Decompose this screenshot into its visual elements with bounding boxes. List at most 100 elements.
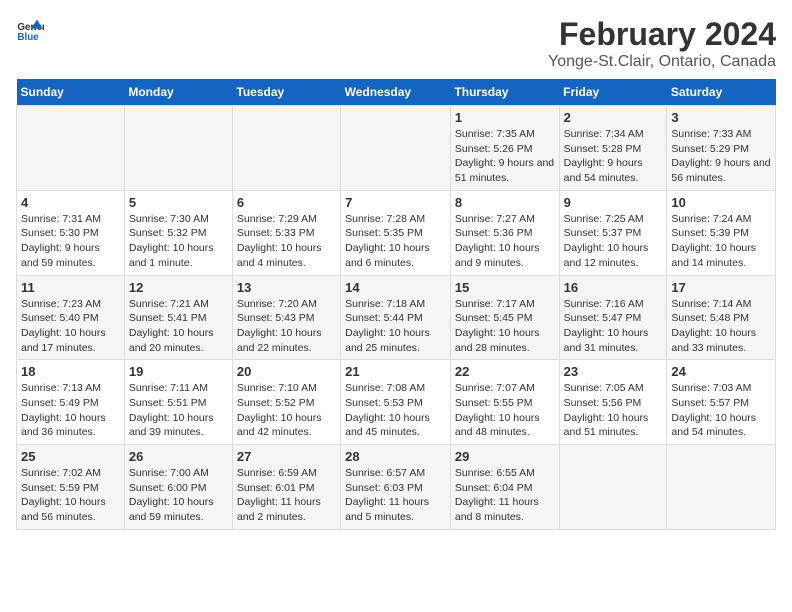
- calendar-cell: [341, 106, 451, 191]
- calendar-cell: 19 Sunrise: 7:11 AM Sunset: 5:51 PM Dayli…: [124, 360, 232, 445]
- calendar-cell: [667, 445, 776, 530]
- header-day-sunday: Sunday: [17, 79, 125, 106]
- calendar-cell: 28 Sunrise: 6:57 AM Sunset: 6:03 PM Dayli…: [341, 445, 451, 530]
- day-info: Sunrise: 7:07 AM Sunset: 5:55 PM Dayligh…: [455, 381, 555, 440]
- calendar-cell: [559, 445, 667, 530]
- day-info: Sunrise: 7:17 AM Sunset: 5:45 PM Dayligh…: [455, 297, 555, 356]
- title-block: February 2024 Yonge-St.Clair, Ontario, C…: [548, 16, 776, 71]
- day-info: Sunrise: 7:25 AM Sunset: 5:37 PM Dayligh…: [564, 212, 663, 271]
- calendar-cell: 20 Sunrise: 7:10 AM Sunset: 5:52 PM Dayli…: [232, 360, 340, 445]
- day-number: 29: [455, 449, 555, 464]
- calendar-cell: [232, 106, 340, 191]
- day-info: Sunrise: 6:55 AM Sunset: 6:04 PM Dayligh…: [455, 466, 555, 525]
- day-info: Sunrise: 6:59 AM Sunset: 6:01 PM Dayligh…: [237, 466, 336, 525]
- header-day-saturday: Saturday: [667, 79, 776, 106]
- calendar-week-row: 18 Sunrise: 7:13 AM Sunset: 5:49 PM Dayli…: [17, 360, 776, 445]
- calendar-cell: 7Sunrise: 7:28 AM Sunset: 5:35 PM Daylig…: [341, 190, 451, 275]
- day-info: Sunrise: 7:24 AM Sunset: 5:39 PM Dayligh…: [671, 212, 771, 271]
- day-number: 2: [564, 110, 663, 125]
- day-number: 19: [129, 364, 228, 379]
- calendar-cell: 24 Sunrise: 7:03 AM Sunset: 5:57 PM Dayli…: [667, 360, 776, 445]
- day-number: 13: [237, 280, 336, 295]
- day-number: 14: [345, 280, 446, 295]
- calendar-cell: 15Sunrise: 7:17 AM Sunset: 5:45 PM Dayli…: [450, 275, 559, 360]
- day-info: Sunrise: 6:57 AM Sunset: 6:03 PM Dayligh…: [345, 466, 446, 525]
- day-number: 22: [455, 364, 555, 379]
- day-number: 3: [671, 110, 771, 125]
- day-number: 25: [21, 449, 120, 464]
- calendar-cell: 25 Sunrise: 7:02 AM Sunset: 5:59 PM Dayli…: [17, 445, 125, 530]
- day-info: Sunrise: 7:33 AM Sunset: 5:29 PM Dayligh…: [671, 127, 771, 186]
- day-info: Sunrise: 7:30 AM Sunset: 5:32 PM Dayligh…: [129, 212, 228, 271]
- day-number: 8: [455, 195, 555, 210]
- day-info: Sunrise: 7:16 AM Sunset: 5:47 PM Dayligh…: [564, 297, 663, 356]
- calendar-cell: 4 Sunrise: 7:31 AM Sunset: 5:30 PM Daylig…: [17, 190, 125, 275]
- calendar-cell: 12Sunrise: 7:21 AM Sunset: 5:41 PM Dayli…: [124, 275, 232, 360]
- calendar-week-row: 11 Sunrise: 7:23 AM Sunset: 5:40 PM Dayli…: [17, 275, 776, 360]
- day-info: Sunrise: 7:35 AM Sunset: 5:26 PM Dayligh…: [455, 127, 555, 186]
- day-info: Sunrise: 7:21 AM Sunset: 5:41 PM Dayligh…: [129, 297, 228, 356]
- day-info: Sunrise: 7:31 AM Sunset: 5:30 PM Dayligh…: [21, 212, 120, 271]
- day-number: 17: [671, 280, 771, 295]
- day-info: Sunrise: 7:20 AM Sunset: 5:43 PM Dayligh…: [237, 297, 336, 356]
- day-info: Sunrise: 7:34 AM Sunset: 5:28 PM Dayligh…: [564, 127, 663, 186]
- calendar-cell: 29 Sunrise: 6:55 AM Sunset: 6:04 PM Dayli…: [450, 445, 559, 530]
- calendar-cell: 18 Sunrise: 7:13 AM Sunset: 5:49 PM Dayli…: [17, 360, 125, 445]
- day-number: 26: [129, 449, 228, 464]
- day-info: Sunrise: 7:28 AM Sunset: 5:35 PM Dayligh…: [345, 212, 446, 271]
- day-info: Sunrise: 7:05 AM Sunset: 5:56 PM Dayligh…: [564, 381, 663, 440]
- day-info: Sunrise: 7:13 AM Sunset: 5:49 PM Dayligh…: [21, 381, 120, 440]
- page-title: February 2024: [548, 16, 776, 53]
- day-info: Sunrise: 7:29 AM Sunset: 5:33 PM Dayligh…: [237, 212, 336, 271]
- day-number: 23: [564, 364, 663, 379]
- day-number: 16: [564, 280, 663, 295]
- svg-text:Blue: Blue: [17, 32, 39, 43]
- calendar-cell: 3 Sunrise: 7:33 AM Sunset: 5:29 PM Daylig…: [667, 106, 776, 191]
- calendar-cell: 8Sunrise: 7:27 AM Sunset: 5:36 PM Daylig…: [450, 190, 559, 275]
- calendar-cell: 23 Sunrise: 7:05 AM Sunset: 5:56 PM Dayli…: [559, 360, 667, 445]
- day-number: 11: [21, 280, 120, 295]
- calendar-week-row: 4 Sunrise: 7:31 AM Sunset: 5:30 PM Daylig…: [17, 190, 776, 275]
- day-info: Sunrise: 7:10 AM Sunset: 5:52 PM Dayligh…: [237, 381, 336, 440]
- calendar-cell: 6 Sunrise: 7:29 AM Sunset: 5:33 PM Daylig…: [232, 190, 340, 275]
- day-number: 5: [129, 195, 228, 210]
- calendar-header-row: SundayMondayTuesdayWednesdayThursdayFrid…: [17, 79, 776, 106]
- header-day-tuesday: Tuesday: [232, 79, 340, 106]
- calendar-cell: [17, 106, 125, 191]
- calendar-cell: 2 Sunrise: 7:34 AM Sunset: 5:28 PM Daylig…: [559, 106, 667, 191]
- day-info: Sunrise: 7:02 AM Sunset: 5:59 PM Dayligh…: [21, 466, 120, 525]
- day-info: Sunrise: 7:08 AM Sunset: 5:53 PM Dayligh…: [345, 381, 446, 440]
- calendar-week-row: 25 Sunrise: 7:02 AM Sunset: 5:59 PM Dayli…: [17, 445, 776, 530]
- calendar-cell: 13 Sunrise: 7:20 AM Sunset: 5:43 PM Dayli…: [232, 275, 340, 360]
- logo-icon: General Blue: [16, 16, 44, 44]
- calendar-table: SundayMondayTuesdayWednesdayThursdayFrid…: [16, 79, 776, 530]
- header-day-thursday: Thursday: [450, 79, 559, 106]
- calendar-cell: 5 Sunrise: 7:30 AM Sunset: 5:32 PM Daylig…: [124, 190, 232, 275]
- logo: General Blue: [16, 16, 44, 44]
- day-number: 21: [345, 364, 446, 379]
- day-info: Sunrise: 7:18 AM Sunset: 5:44 PM Dayligh…: [345, 297, 446, 356]
- header-day-monday: Monday: [124, 79, 232, 106]
- day-info: Sunrise: 7:14 AM Sunset: 5:48 PM Dayligh…: [671, 297, 771, 356]
- calendar-cell: 11 Sunrise: 7:23 AM Sunset: 5:40 PM Dayli…: [17, 275, 125, 360]
- day-number: 4: [21, 195, 120, 210]
- calendar-cell: 27Sunrise: 6:59 AM Sunset: 6:01 PM Dayli…: [232, 445, 340, 530]
- day-number: 10: [671, 195, 771, 210]
- calendar-cell: 10 Sunrise: 7:24 AM Sunset: 5:39 PM Dayli…: [667, 190, 776, 275]
- day-info: Sunrise: 7:11 AM Sunset: 5:51 PM Dayligh…: [129, 381, 228, 440]
- day-number: 18: [21, 364, 120, 379]
- day-info: Sunrise: 7:03 AM Sunset: 5:57 PM Dayligh…: [671, 381, 771, 440]
- header-day-wednesday: Wednesday: [341, 79, 451, 106]
- header-day-friday: Friday: [559, 79, 667, 106]
- day-number: 6: [237, 195, 336, 210]
- day-number: 24: [671, 364, 771, 379]
- calendar-cell: 14 Sunrise: 7:18 AM Sunset: 5:44 PM Dayli…: [341, 275, 451, 360]
- day-number: 1: [455, 110, 555, 125]
- page-subtitle: Yonge-St.Clair, Ontario, Canada: [548, 53, 776, 71]
- calendar-cell: 9Sunrise: 7:25 AM Sunset: 5:37 PM Daylig…: [559, 190, 667, 275]
- day-number: 28: [345, 449, 446, 464]
- calendar-cell: 21 Sunrise: 7:08 AM Sunset: 5:53 PM Dayli…: [341, 360, 451, 445]
- day-info: Sunrise: 7:00 AM Sunset: 6:00 PM Dayligh…: [129, 466, 228, 525]
- day-info: Sunrise: 7:23 AM Sunset: 5:40 PM Dayligh…: [21, 297, 120, 356]
- day-number: 20: [237, 364, 336, 379]
